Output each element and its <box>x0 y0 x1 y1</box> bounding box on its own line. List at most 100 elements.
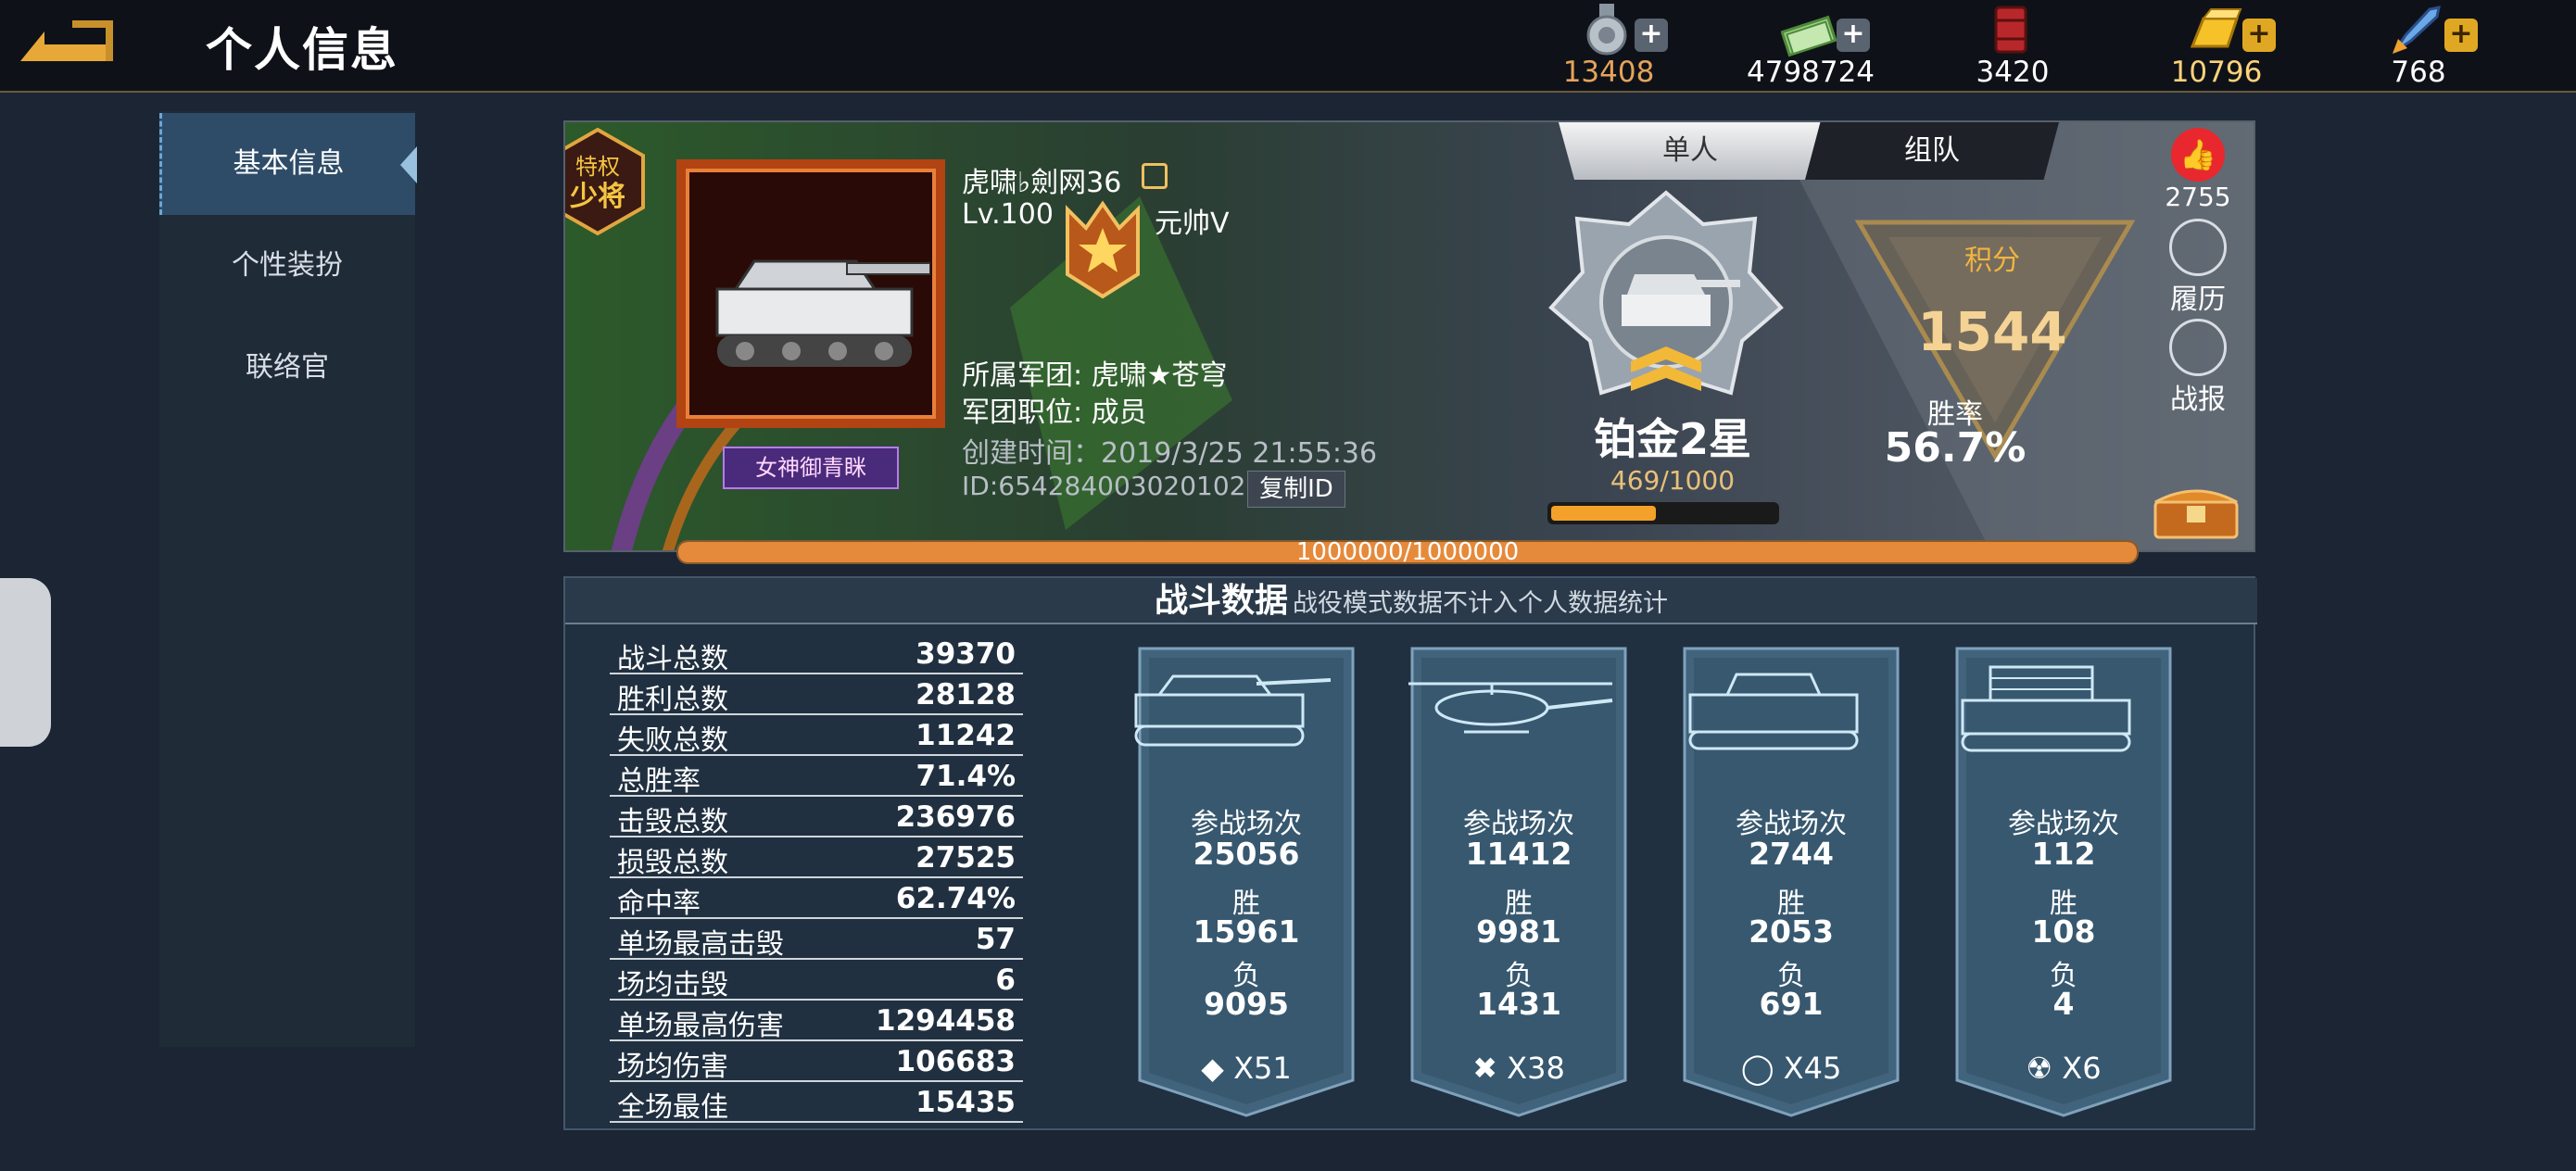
stat-value: 71.4% <box>915 760 1016 793</box>
mark-count-value: X38 <box>1507 1051 1565 1086</box>
stat-label: 胜利总数 <box>617 684 728 716</box>
sidebar-item-label: 基本信息 <box>233 147 345 180</box>
stat-label: 失败总数 <box>617 724 728 757</box>
mark-count: ◆ X51 <box>1127 1051 1366 1086</box>
nameplate: 女神御青眯 <box>723 447 899 489</box>
wins-count: 2053 <box>1749 913 1834 950</box>
resource-value: 10796 <box>2170 56 2263 89</box>
battles-count: 25056 <box>1193 836 1300 872</box>
wins-count: 15961 <box>1193 913 1300 950</box>
tier-progress-text: 469/1000 <box>1610 465 1736 496</box>
losses-count: 691 <box>1759 986 1824 1022</box>
vehicle-card[interactable]: 参战场次 25056 胜 15961 负 9095 ◆ X51 <box>1127 637 1366 1119</box>
copy-id-button[interactable]: 复制ID <box>1247 471 1345 508</box>
mark-count-value: X45 <box>1783 1051 1842 1086</box>
stat-row: 单场最高击毁 57 <box>610 919 1023 961</box>
treasure-chest-icon[interactable] <box>2152 485 2241 539</box>
mark-count: ◯ X45 <box>1672 1051 1911 1086</box>
main-battle-tank-icon <box>1134 674 1332 747</box>
mark-count: ☢ X6 <box>1944 1051 2183 1086</box>
exp-progress-text: 1000000/1000000 <box>1295 538 1520 566</box>
stat-row: 总胜率 71.4% <box>610 756 1023 798</box>
legion-role: 军团职位: 成员 <box>962 397 1147 429</box>
stat-label: 单场最高击毁 <box>617 928 784 961</box>
tab-solo[interactable]: 单人 <box>1559 122 1822 180</box>
attack-helicopter-icon <box>1408 682 1613 734</box>
stat-value: 57 <box>975 923 1016 956</box>
stat-label: 全场最佳 <box>617 1091 728 1124</box>
stat-value: 39370 <box>915 637 1016 671</box>
mark-icon: ☢ <box>2026 1051 2053 1086</box>
vehicle-card[interactable]: 参战场次 112 胜 108 负 4 ☢ X6 <box>1944 637 2183 1119</box>
tab-team[interactable]: 组队 <box>1805 122 2059 180</box>
mode-tabs: 单人 组队 <box>1559 122 2059 183</box>
score-value: 1544 <box>1917 300 2067 363</box>
resource-value: 768 <box>2391 56 2446 89</box>
stat-row: 战斗总数 39370 <box>610 634 1023 675</box>
cash-stack-icon <box>1781 15 1837 57</box>
add-medal-coin-button[interactable]: + <box>1635 19 1668 52</box>
stat-row: 击毁总数 236976 <box>610 797 1023 838</box>
vehicle-card[interactable]: 参战场次 2744 胜 2053 负 691 ◯ X45 <box>1672 637 1911 1119</box>
battles-count: 11412 <box>1465 836 1572 872</box>
sidebar: 基本信息 个性装扮 联络官 <box>159 111 417 1047</box>
losses-count: 1431 <box>1476 986 1561 1022</box>
created-time: 创建时间：2019/3/25 21:55:36 <box>962 437 1378 470</box>
battles-count: 112 <box>2031 836 2096 872</box>
losses-count: 4 <box>2052 986 2075 1022</box>
like-button[interactable]: 👍 2755 <box>2152 128 2244 212</box>
battle-report-button[interactable]: 战报 <box>2152 319 2244 417</box>
stat-value: 62.74% <box>895 882 1016 915</box>
back-arrow-icon[interactable] <box>17 13 117 69</box>
resource-fuel: 3420 <box>1938 0 2087 93</box>
svg-text:特权: 特权 <box>575 154 620 180</box>
vehicle-card[interactable]: 参战场次 11412 胜 9981 负 1431 ✖ X38 <box>1399 637 1638 1119</box>
username: 虎啸♭劍网36 <box>962 167 1122 199</box>
sidebar-item-label: 个性装扮 <box>232 249 343 282</box>
stat-value: 27525 <box>915 841 1016 875</box>
thumbs-up-icon: 👍 <box>2171 128 2225 182</box>
avatar[interactable] <box>676 159 945 428</box>
sidebar-item-customization[interactable]: 个性装扮 <box>159 215 415 317</box>
svg-text:少将: 少将 <box>570 181 625 213</box>
exp-progress-bar: 1000000/1000000 <box>676 538 2139 566</box>
resource-value: 3420 <box>1976 56 2050 89</box>
winrate-value: 56.7% <box>1884 424 2027 472</box>
profile-panel: 特权 少将 女神御青眯 虎啸♭劍网36 Lv.100 元帅Ⅴ 所属军团: 虎啸★… <box>563 120 2255 552</box>
stat-row: 损毁总数 27525 <box>610 837 1023 879</box>
add-cash-button[interactable]: + <box>1837 19 1870 52</box>
mark-count-value: X51 <box>1233 1051 1292 1086</box>
stat-value: 11242 <box>915 719 1016 752</box>
mark-icon: ◯ <box>1740 1051 1774 1086</box>
stat-value: 236976 <box>895 800 1016 834</box>
battles-count: 2744 <box>1749 836 1834 872</box>
wins-count: 9981 <box>1476 913 1561 950</box>
legion-name: 所属军团: 虎啸★苍穹 <box>962 359 1228 392</box>
stat-value: 1294458 <box>876 1004 1016 1038</box>
score-label: 积分 <box>1964 245 2020 277</box>
medal-coin-icon <box>1586 4 1627 56</box>
losses-count: 9095 <box>1204 986 1289 1022</box>
stat-row: 全场最佳 15435 <box>610 1082 1023 1124</box>
add-gold-button[interactable]: + <box>2242 19 2276 52</box>
sidebar-item-liaison[interactable]: 联络官 <box>159 317 415 419</box>
stat-value: 106683 <box>895 1045 1016 1078</box>
history-label: 履历 <box>2170 283 2226 316</box>
rank-tier: 铂金2星 <box>1593 414 1751 464</box>
sidebar-item-basic-info[interactable]: 基本信息 <box>159 113 417 215</box>
battle-stats-header: 战斗数据 战役模式数据不计入个人数据统计 <box>565 578 2257 624</box>
player-level: Lv.100 <box>962 198 1054 231</box>
sidebar-item-label: 联络官 <box>246 351 329 384</box>
history-button[interactable]: 履历 <box>2152 219 2244 317</box>
resource-value: 13408 <box>1562 56 1655 89</box>
mark-count-value: X6 <box>2062 1051 2102 1086</box>
mark-count: ✖ X38 <box>1399 1051 1638 1086</box>
mark-icon: ◆ <box>1201 1051 1224 1086</box>
add-rocket-button[interactable]: + <box>2444 19 2478 52</box>
edit-name-icon[interactable] <box>1142 163 1168 189</box>
stat-row: 场均击毁 6 <box>610 960 1023 1001</box>
active-indicator-icon <box>400 146 417 183</box>
floating-assistant-tab[interactable] <box>0 578 51 747</box>
rocket-icon <box>2393 6 2441 54</box>
platinum-rank-medal-icon <box>1548 190 1784 396</box>
